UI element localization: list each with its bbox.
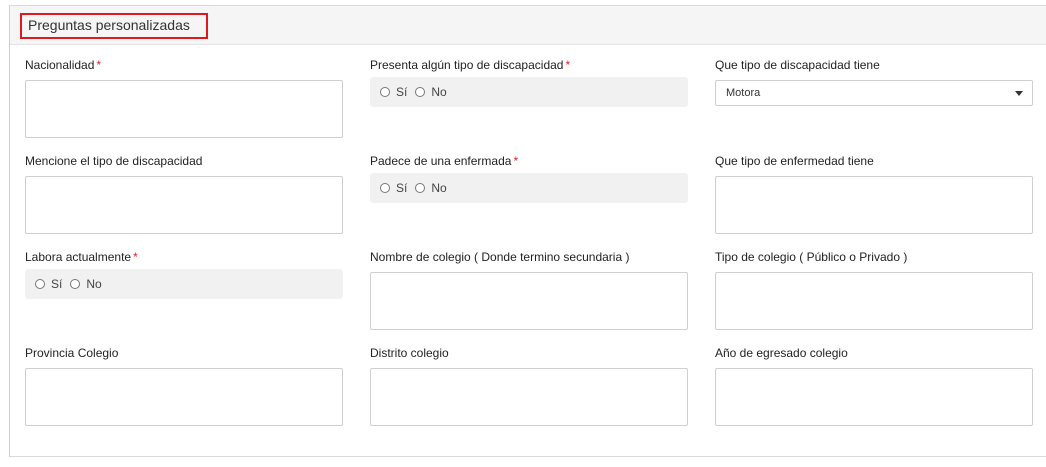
provincia-colegio-label: Provincia Colegio xyxy=(25,346,119,360)
radio-circle-icon xyxy=(35,279,45,289)
required-mark: * xyxy=(96,58,102,72)
nacionalidad-input[interactable] xyxy=(25,80,343,138)
anio-egresado-label: Año de egresado colegio xyxy=(715,346,848,360)
nombre-colegio-input[interactable] xyxy=(370,272,688,330)
required-mark: * xyxy=(565,58,571,72)
provincia-colegio-input[interactable] xyxy=(25,368,343,426)
labora-radio-no[interactable]: No xyxy=(70,277,102,291)
nombre-colegio-label: Nombre de colegio ( Donde termino secund… xyxy=(370,250,630,264)
enfermedad-radio-group: Sí No xyxy=(370,173,688,203)
radio-circle-icon xyxy=(70,279,81,289)
discapacidad-radio-group: Sí No xyxy=(370,77,688,107)
caret-down-icon xyxy=(1015,91,1023,96)
required-mark: * xyxy=(513,154,519,168)
enfermedad-radio-si[interactable]: Sí xyxy=(380,181,407,195)
distrito-colegio-input[interactable] xyxy=(370,368,688,426)
radio-circle-icon xyxy=(415,87,426,97)
tipo-discapacidad-select[interactable]: Motora xyxy=(715,80,1033,106)
tipo-discapacidad-label: Que tipo de discapacidad tiene xyxy=(715,58,880,72)
anio-egresado-input[interactable] xyxy=(715,368,1033,426)
radio-circle-icon xyxy=(415,183,426,193)
enfermedad-label: Padece de una enfermada * xyxy=(370,154,519,168)
labora-label: Labora actualmente * xyxy=(25,250,138,264)
radio-circle-icon xyxy=(380,87,390,97)
mencione-discapacidad-label: Mencione el tipo de discapacidad xyxy=(25,154,203,168)
discapacidad-label: Presenta algún tipo de discapacidad * xyxy=(370,58,571,72)
mencione-discapacidad-input[interactable] xyxy=(25,176,343,234)
discapacidad-radio-no[interactable]: No xyxy=(415,85,447,99)
select-value: Motora xyxy=(726,87,761,99)
panel-title: Preguntas personalizadas xyxy=(20,13,208,39)
tipo-colegio-label: Tipo de colegio ( Público o Privado ) xyxy=(715,250,908,264)
discapacidad-radio-si[interactable]: Sí xyxy=(380,85,407,99)
labora-radio-group: Sí No xyxy=(25,269,343,299)
radio-circle-icon xyxy=(380,183,390,193)
required-mark: * xyxy=(133,250,138,264)
enfermedad-radio-no[interactable]: No xyxy=(415,181,447,195)
tipo-colegio-input[interactable] xyxy=(715,272,1033,330)
panel-header: Preguntas personalizadas xyxy=(10,6,1046,45)
distrito-colegio-label: Distrito colegio xyxy=(370,346,449,360)
tipo-enfermedad-label: Que tipo de enfermedad tiene xyxy=(715,154,874,168)
nacionalidad-label: Nacionalidad * xyxy=(25,58,102,72)
tipo-enfermedad-input[interactable] xyxy=(715,176,1033,234)
labora-radio-si[interactable]: Sí xyxy=(35,277,62,291)
